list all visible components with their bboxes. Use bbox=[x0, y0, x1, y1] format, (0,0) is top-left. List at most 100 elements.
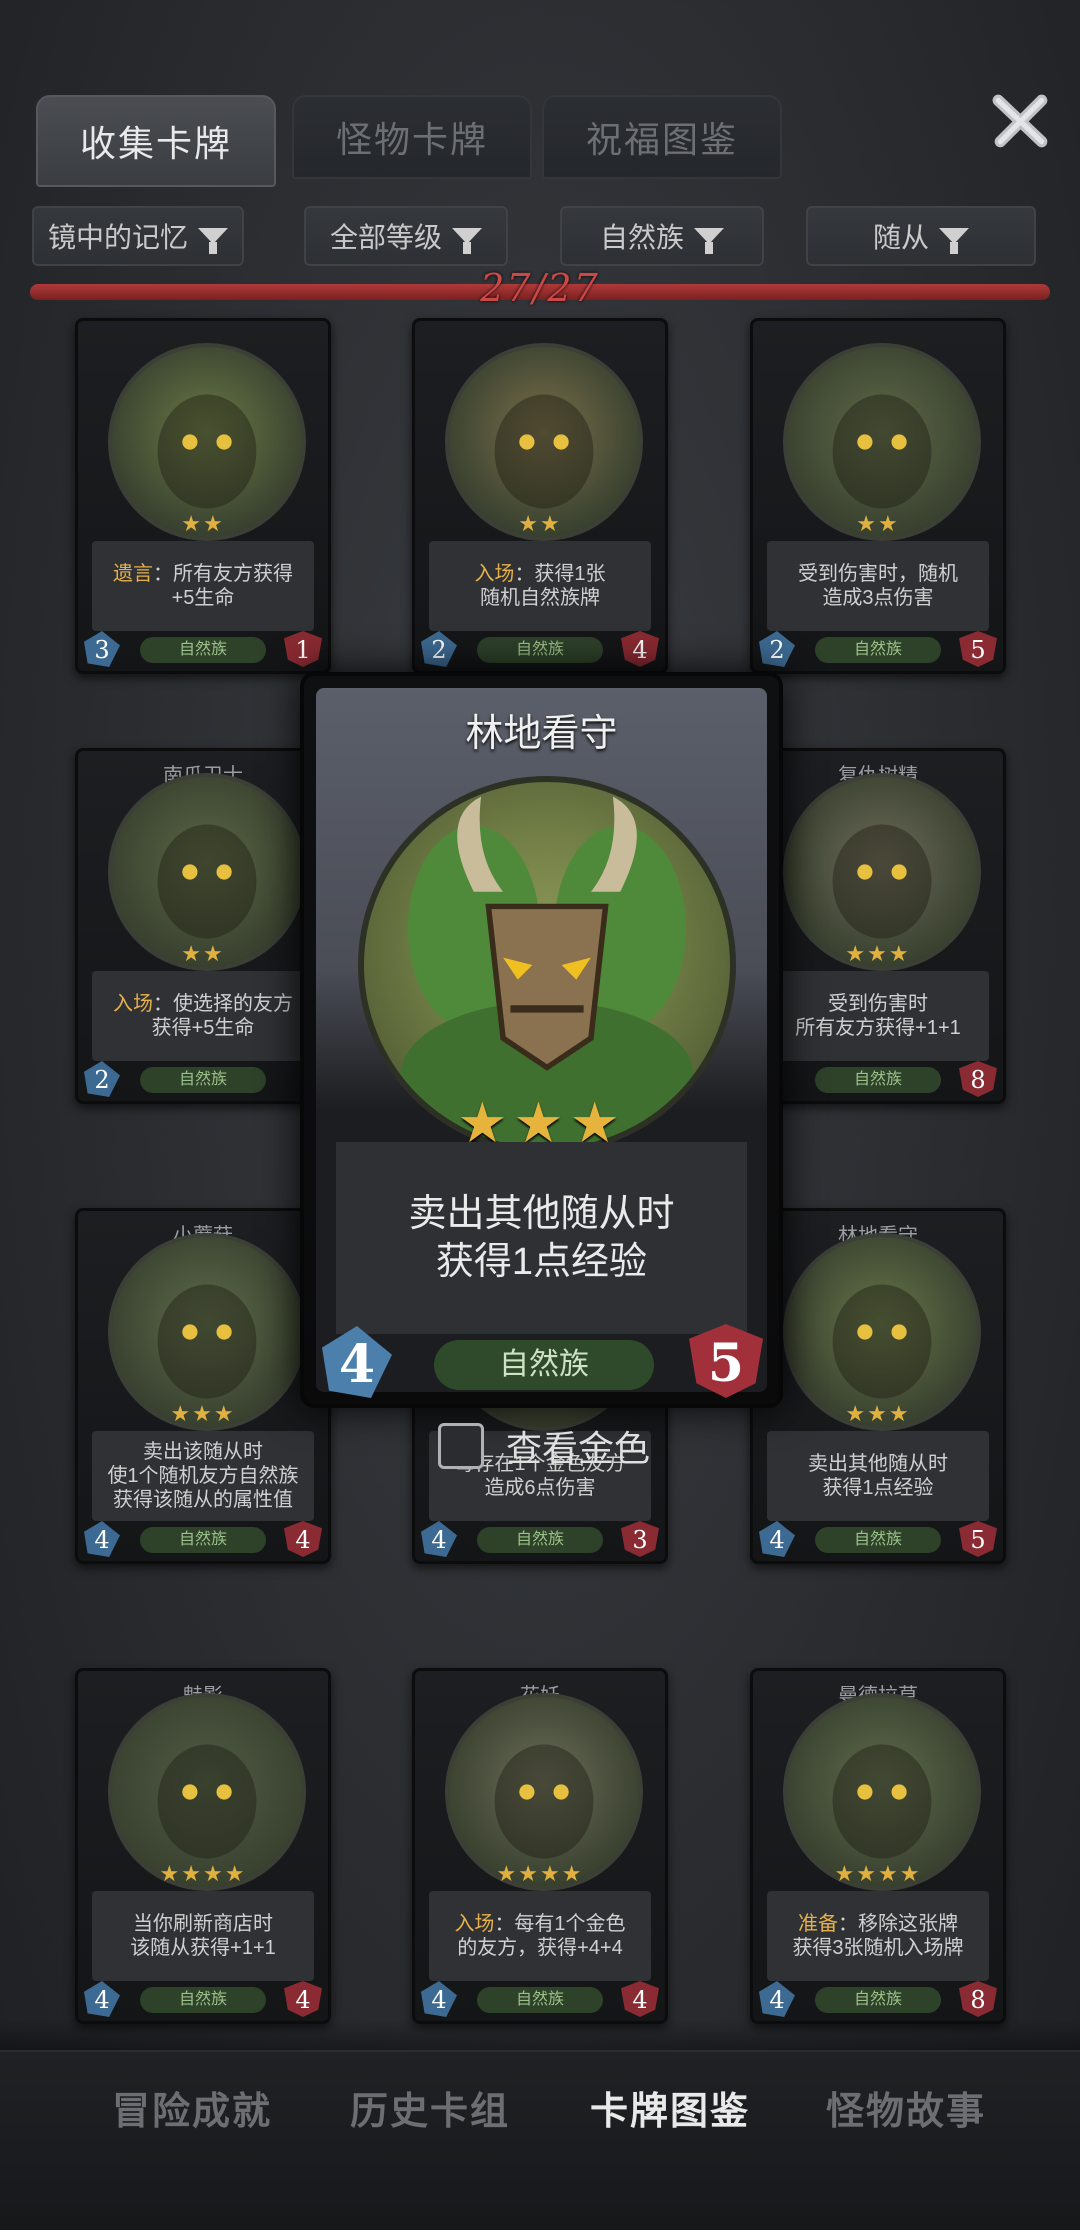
nav-history-decks[interactable]: 历史卡组 bbox=[350, 2080, 510, 2135]
card-description: 受到伤害时，随机 造成3点伤害 bbox=[767, 541, 989, 631]
cost-gem: 4 bbox=[421, 1521, 457, 1557]
desc-line: 获得1点经验 bbox=[822, 1477, 934, 1499]
creature-icon bbox=[157, 824, 257, 939]
card-stars: ★★★ bbox=[845, 1401, 911, 1426]
keyword: 入场 bbox=[454, 1913, 495, 1935]
minion-card[interactable]: ★★ 入场：获得1张 随机自然族牌 自然族 2 4 bbox=[412, 318, 668, 674]
tribe-badge: 自然族 bbox=[815, 1067, 941, 1093]
tab-monster-cards[interactable]: 怪物卡牌 bbox=[292, 95, 532, 179]
tab-collect-cards[interactable]: 收集卡牌 bbox=[36, 95, 276, 187]
filter-level[interactable]: 全部等级 bbox=[304, 206, 508, 266]
desc-text: ：所有友方获得 bbox=[153, 563, 293, 585]
desc-text: 卖出其他随从时 bbox=[808, 1453, 948, 1475]
nav-achievements[interactable]: 冒险成就 bbox=[112, 2080, 272, 2135]
health-heart: 5 bbox=[959, 1521, 997, 1557]
card-description: 入场：每有1个金色 的友方，获得+4+4 bbox=[429, 1891, 651, 1981]
cost-gem: 2 bbox=[759, 631, 795, 667]
desc-line: 随机自然族牌 bbox=[480, 587, 600, 609]
desc-text: 受到伤害时，随机 bbox=[798, 563, 958, 585]
health-heart: 1 bbox=[284, 631, 322, 667]
minion-card[interactable]: 小蘑菇★★★卖出该随从时使1个随机友方自然族获得该随从的属性值自然族44 bbox=[75, 1208, 331, 1564]
creature-icon bbox=[832, 824, 932, 939]
creature-icon bbox=[494, 394, 594, 509]
health-heart: 3 bbox=[621, 1521, 659, 1557]
card-description: 受到伤害时 所有友方获得+1+1 bbox=[767, 971, 989, 1061]
gold-checkbox[interactable] bbox=[438, 1423, 484, 1469]
desc-line: 的友方，获得+4+4 bbox=[457, 1937, 623, 1959]
desc-text: 当你刷新商店时 bbox=[133, 1913, 273, 1935]
keyword: 入场 bbox=[474, 563, 515, 585]
card-stars: ★★ bbox=[856, 511, 900, 536]
desc-text: 卖出该随从时 bbox=[143, 1441, 263, 1463]
minion-card[interactable]: 魅影★★★★当你刷新商店时该随从获得+1+1自然族44 bbox=[75, 1668, 331, 2024]
nav-monster-stories[interactable]: 怪物故事 bbox=[826, 2080, 986, 2135]
desc-line: 造成3点伤害 bbox=[822, 587, 934, 609]
desc-text: ：获得1张 bbox=[514, 563, 606, 585]
card-stars: ★★★ bbox=[170, 1401, 236, 1426]
tribe-badge: 自然族 bbox=[477, 1527, 603, 1553]
creature-icon bbox=[832, 394, 932, 509]
card-description: 入场：使选择的友方 获得+5生命 bbox=[92, 971, 314, 1061]
card-description: 当你刷新商店时 该随从获得+1+1 bbox=[92, 1891, 314, 1981]
filter-label: 随从 bbox=[872, 222, 929, 253]
desc-text: ：使选择的友方 bbox=[153, 993, 293, 1015]
card-stars: ★★ bbox=[181, 941, 225, 966]
card-description: 遗言：所有友方获得 +5生命 bbox=[92, 541, 314, 631]
creature-icon bbox=[494, 1744, 594, 1859]
funnel-icon bbox=[939, 228, 969, 254]
keyword: 准备 bbox=[798, 1913, 838, 1935]
tribe-badge: 自然族 bbox=[815, 1987, 941, 2013]
health-heart: 8 bbox=[959, 1061, 997, 1097]
tribe-badge: 自然族 bbox=[815, 637, 941, 663]
funnel-icon bbox=[198, 228, 228, 254]
tab-blessing-gallery[interactable]: 祝福图鉴 bbox=[542, 95, 782, 179]
minion-card[interactable]: 花妖★★★★入场：每有1个金色的友方，获得+4+4自然族44 bbox=[412, 1668, 668, 2024]
desc-text: 受到伤害时 bbox=[828, 993, 928, 1015]
desc-line: 造成6点伤害 bbox=[484, 1477, 596, 1499]
health-heart: 4 bbox=[621, 1981, 659, 2017]
filter-type[interactable]: 随从 bbox=[806, 206, 1036, 266]
health-heart: 4 bbox=[284, 1521, 322, 1557]
minion-card[interactable]: 复仇树精★★★受到伤害时所有友方获得+1+1自然族8 bbox=[750, 748, 1006, 1104]
view-gold-toggle[interactable]: 查看金色 bbox=[438, 1420, 650, 1472]
bottom-nav bbox=[0, 2050, 1080, 2230]
desc-line: 入场：每有1个金色 bbox=[454, 1912, 625, 1936]
desc-line: 卖出其他随从时 bbox=[808, 1452, 948, 1476]
funnel-icon bbox=[694, 228, 724, 254]
desc-line: 获得1点经验 bbox=[435, 1241, 648, 1283]
minion-card[interactable]: 林地看守★★★卖出其他随从时获得1点经验自然族45 bbox=[750, 1208, 1006, 1564]
desc-text: ：移除这张牌 bbox=[838, 1913, 958, 1935]
tribe-badge: 自然族 bbox=[140, 1527, 266, 1553]
card-description: 卖出其他随从时 获得1点经验 bbox=[336, 1142, 747, 1334]
card-stars: ★★ bbox=[181, 511, 225, 536]
card-description: 入场：获得1张 随机自然族牌 bbox=[429, 541, 651, 631]
card-stars: ★★★★ bbox=[159, 1861, 247, 1886]
filter-version[interactable]: 镜中的记忆 bbox=[32, 206, 244, 266]
minion-card[interactable]: 曼德拉草★★★★准备：移除这张牌获得3张随机入场牌自然族48 bbox=[750, 1668, 1006, 2024]
health-heart: 4 bbox=[621, 631, 659, 667]
minion-card[interactable]: ★★ 遗言：所有友方获得 +5生命自然族 3 1 bbox=[75, 318, 331, 674]
desc-line: 卖出其他随从时 bbox=[408, 1193, 675, 1235]
minion-card[interactable]: ★★ 受到伤害时，随机 造成3点伤害自然族 2 5 bbox=[750, 318, 1006, 674]
filter-tribe[interactable]: 自然族 bbox=[560, 206, 764, 266]
collection-progress-text: 27/27 bbox=[480, 266, 600, 310]
filter-label: 全部等级 bbox=[329, 222, 442, 253]
keyword: 入场 bbox=[113, 993, 153, 1015]
tribe-badge: 自然族 bbox=[140, 637, 266, 663]
nav-card-gallery[interactable]: 卡牌图鉴 bbox=[590, 2080, 750, 2135]
card-stars: ★★★ bbox=[845, 941, 911, 966]
minion-card[interactable]: 南瓜卫士★★入场：使选择的友方获得+5生命自然族2 bbox=[75, 748, 331, 1104]
creature-icon bbox=[832, 1744, 932, 1859]
cost-gem: 4 bbox=[759, 1981, 795, 2017]
cost-gem: 3 bbox=[84, 631, 120, 667]
health-heart: 4 bbox=[284, 1981, 322, 2017]
card-detail-popup[interactable]: 林地看守 ★★★ 卖出其他随从时 获得1点经验 自然族 4 5 bbox=[300, 672, 783, 1408]
tribe-badge: 自然族 bbox=[477, 637, 603, 663]
cost-gem: 4 bbox=[421, 1981, 457, 2017]
card-stars: ★★★★ bbox=[496, 1861, 584, 1886]
health-heart: 5 bbox=[959, 631, 997, 667]
close-icon[interactable] bbox=[990, 90, 1052, 152]
cost-gem: 4 bbox=[759, 1521, 795, 1557]
keyword: 遗言 bbox=[113, 563, 153, 585]
health-heart: 8 bbox=[959, 1981, 997, 2017]
